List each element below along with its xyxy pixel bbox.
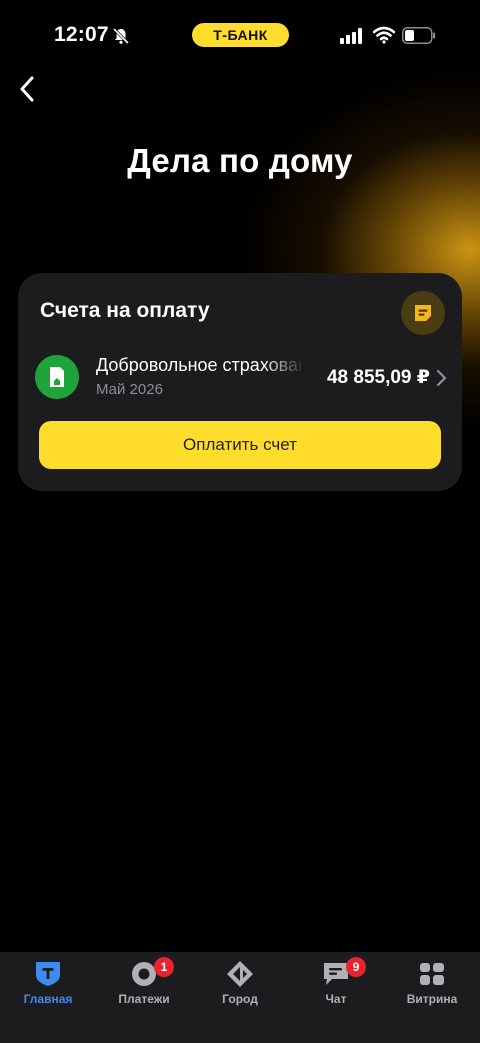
card-title: Счета на оплату: [40, 299, 210, 322]
bill-name: Добровольное страхование: [96, 355, 304, 375]
chat-badge: 9: [346, 957, 366, 977]
bill-amount: 48 855,09 ₽: [326, 367, 430, 388]
bills-history-button[interactable]: [401, 291, 445, 335]
bill-date: Май 2026: [96, 381, 163, 398]
tab-chat[interactable]: 9 Чат: [288, 952, 384, 1043]
tab-label: Чат: [325, 992, 347, 1006]
tab-label: Город: [222, 992, 258, 1006]
page-title: Дела по дому: [127, 142, 353, 179]
tab-home[interactable]: Главная: [0, 952, 96, 1043]
payments-badge: 1: [154, 957, 174, 977]
tbank-logo-icon: [36, 962, 60, 986]
back-button[interactable]: [10, 72, 44, 106]
battery-icon: [402, 27, 436, 44]
bill-item[interactable]: Добровольное страхование Май 2026 48 855…: [18, 349, 462, 405]
bills-card: Счета на оплату Добровольное страхование…: [18, 273, 462, 491]
chevron-left-icon: [20, 76, 34, 102]
tab-label: Платежи: [118, 992, 170, 1006]
pay-bill-button[interactable]: Оплатить счет: [39, 421, 441, 469]
house-document-icon: [50, 367, 64, 387]
tab-showcase[interactable]: Витрина: [384, 952, 480, 1043]
bill-icon-circle: [35, 355, 79, 399]
tab-payments[interactable]: 1 Платежи: [96, 952, 192, 1043]
document-icon: [415, 305, 431, 321]
brand-badge: Т-БАНК: [192, 23, 289, 47]
chevron-right-icon: [436, 369, 447, 387]
wifi-icon: [373, 26, 395, 44]
bell-off-icon: [112, 27, 130, 45]
tab-label: Витрина: [406, 992, 458, 1006]
showcase-icon: [420, 963, 444, 985]
signal-icon: [340, 28, 362, 44]
tab-city[interactable]: Город: [192, 952, 288, 1043]
status-time: 12:07: [54, 23, 109, 46]
tab-label: Главная: [23, 992, 73, 1006]
tab-bar: Главная 1 Платежи Город 9 Чат Витрина: [0, 952, 480, 1043]
status-bar: 12:07 Т-БАНК: [0, 0, 480, 70]
city-icon: [227, 961, 253, 987]
